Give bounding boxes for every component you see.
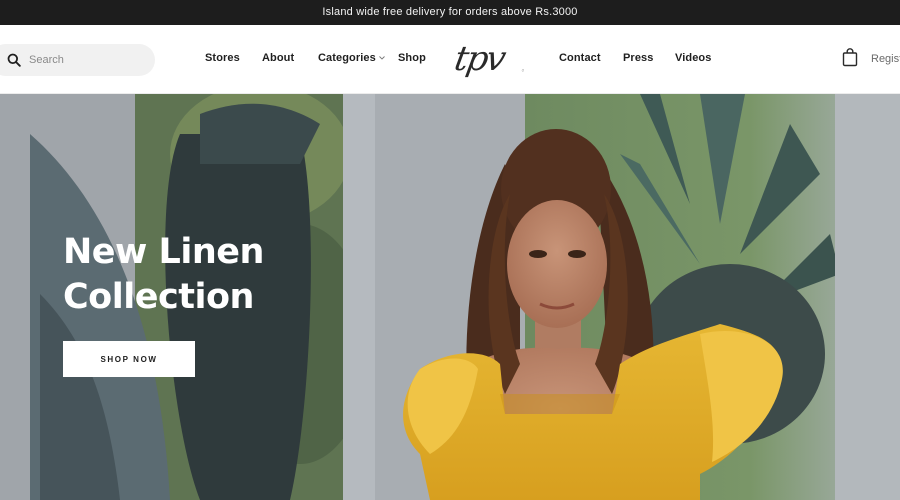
nav-videos[interactable]: Videos bbox=[675, 52, 711, 64]
logo-text: tpv bbox=[451, 39, 508, 79]
site-header: Stores About Categories Shop tpv ◦ Conta… bbox=[0, 25, 900, 94]
nav-about[interactable]: About bbox=[262, 52, 294, 64]
shop-now-button[interactable]: SHOP NOW bbox=[63, 341, 195, 377]
hero-title: New Linen Collection bbox=[63, 230, 383, 320]
shopping-bag-icon[interactable] bbox=[842, 48, 858, 67]
nav-categories[interactable]: Categories bbox=[318, 52, 385, 64]
hero-title-line-1: New Linen bbox=[63, 232, 264, 272]
chevron-down-icon bbox=[379, 56, 385, 60]
logo-mark: ◦ bbox=[520, 67, 524, 75]
hero-title-line-2: Collection bbox=[63, 277, 254, 317]
search-bar[interactable] bbox=[0, 44, 155, 76]
announcement-bar: Island wide free delivery for orders abo… bbox=[0, 0, 900, 25]
search-icon[interactable] bbox=[7, 53, 21, 67]
nav-shop[interactable]: Shop bbox=[398, 52, 426, 64]
brand-logo[interactable]: tpv ◦ bbox=[451, 35, 531, 83]
nav-contact[interactable]: Contact bbox=[559, 52, 601, 64]
nav-categories-label: Categories bbox=[318, 52, 376, 64]
search-input[interactable] bbox=[29, 54, 139, 66]
nav-press[interactable]: Press bbox=[623, 52, 653, 64]
register-link[interactable]: Register bbox=[871, 53, 900, 65]
nav-stores[interactable]: Stores bbox=[205, 52, 240, 64]
hero-banner: New Linen Collection SHOP NOW bbox=[0, 94, 900, 500]
announcement-text: Island wide free delivery for orders abo… bbox=[322, 6, 578, 18]
